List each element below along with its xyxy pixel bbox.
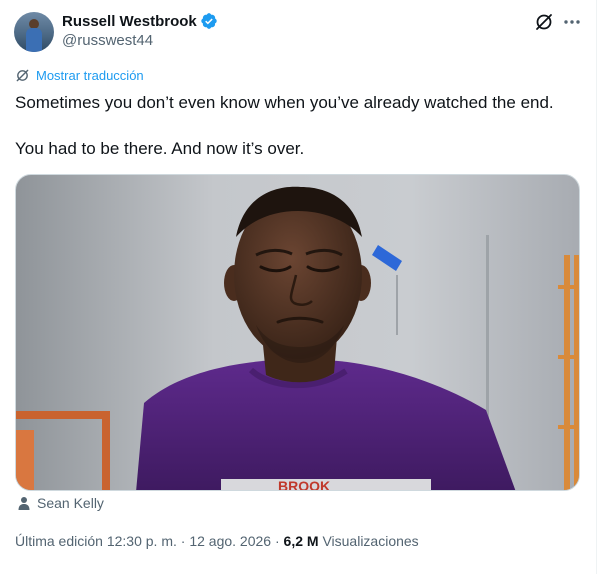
show-translation-label: Mostrar traducción [36, 68, 144, 83]
more-dots-icon[interactable] [561, 11, 583, 33]
avatar[interactable] [14, 12, 54, 52]
tweet-meta: Última edición 12:30 p. m. · 12 ago. 202… [15, 533, 419, 549]
media-tag-caption[interactable]: Sean Kelly [17, 495, 104, 511]
show-translation-link[interactable]: Mostrar traducción [15, 68, 144, 83]
tweet-date[interactable]: 12 ago. 2026 [189, 533, 271, 549]
meta-separator: · [274, 533, 284, 549]
views-label: Visualizaciones [322, 533, 419, 549]
tweet-media-image[interactable]: BROOK [15, 174, 580, 491]
tweet-text-line-1: Sometimes you don’t even know when you’v… [15, 93, 554, 112]
author-handle[interactable]: @russwest44 [62, 32, 153, 49]
orange-rail [16, 411, 110, 419]
tagged-person-name: Sean Kelly [37, 495, 104, 511]
last-edit-label[interactable]: Última edición [15, 533, 103, 549]
person-icon [18, 497, 30, 510]
grok-icon[interactable] [533, 11, 555, 33]
avatar-figure-body [26, 28, 42, 52]
media-illustration: BROOK [16, 175, 579, 491]
views-count: 6,2 M [283, 533, 319, 549]
shirt-print-text: BROOK [278, 478, 330, 491]
tweet-card: Russell Westbrook @russwest44 Mostrar tr… [0, 0, 597, 574]
author-name-row: Russell Westbrook [62, 10, 218, 32]
tweet-text-line-2: You had to be there. And now it’s over. [15, 139, 305, 158]
verified-badge-icon [201, 13, 217, 29]
translate-icon [16, 69, 29, 82]
author-display-name[interactable]: Russell Westbrook [62, 13, 197, 30]
tweet-time[interactable]: 12:30 p. m. [107, 533, 177, 549]
